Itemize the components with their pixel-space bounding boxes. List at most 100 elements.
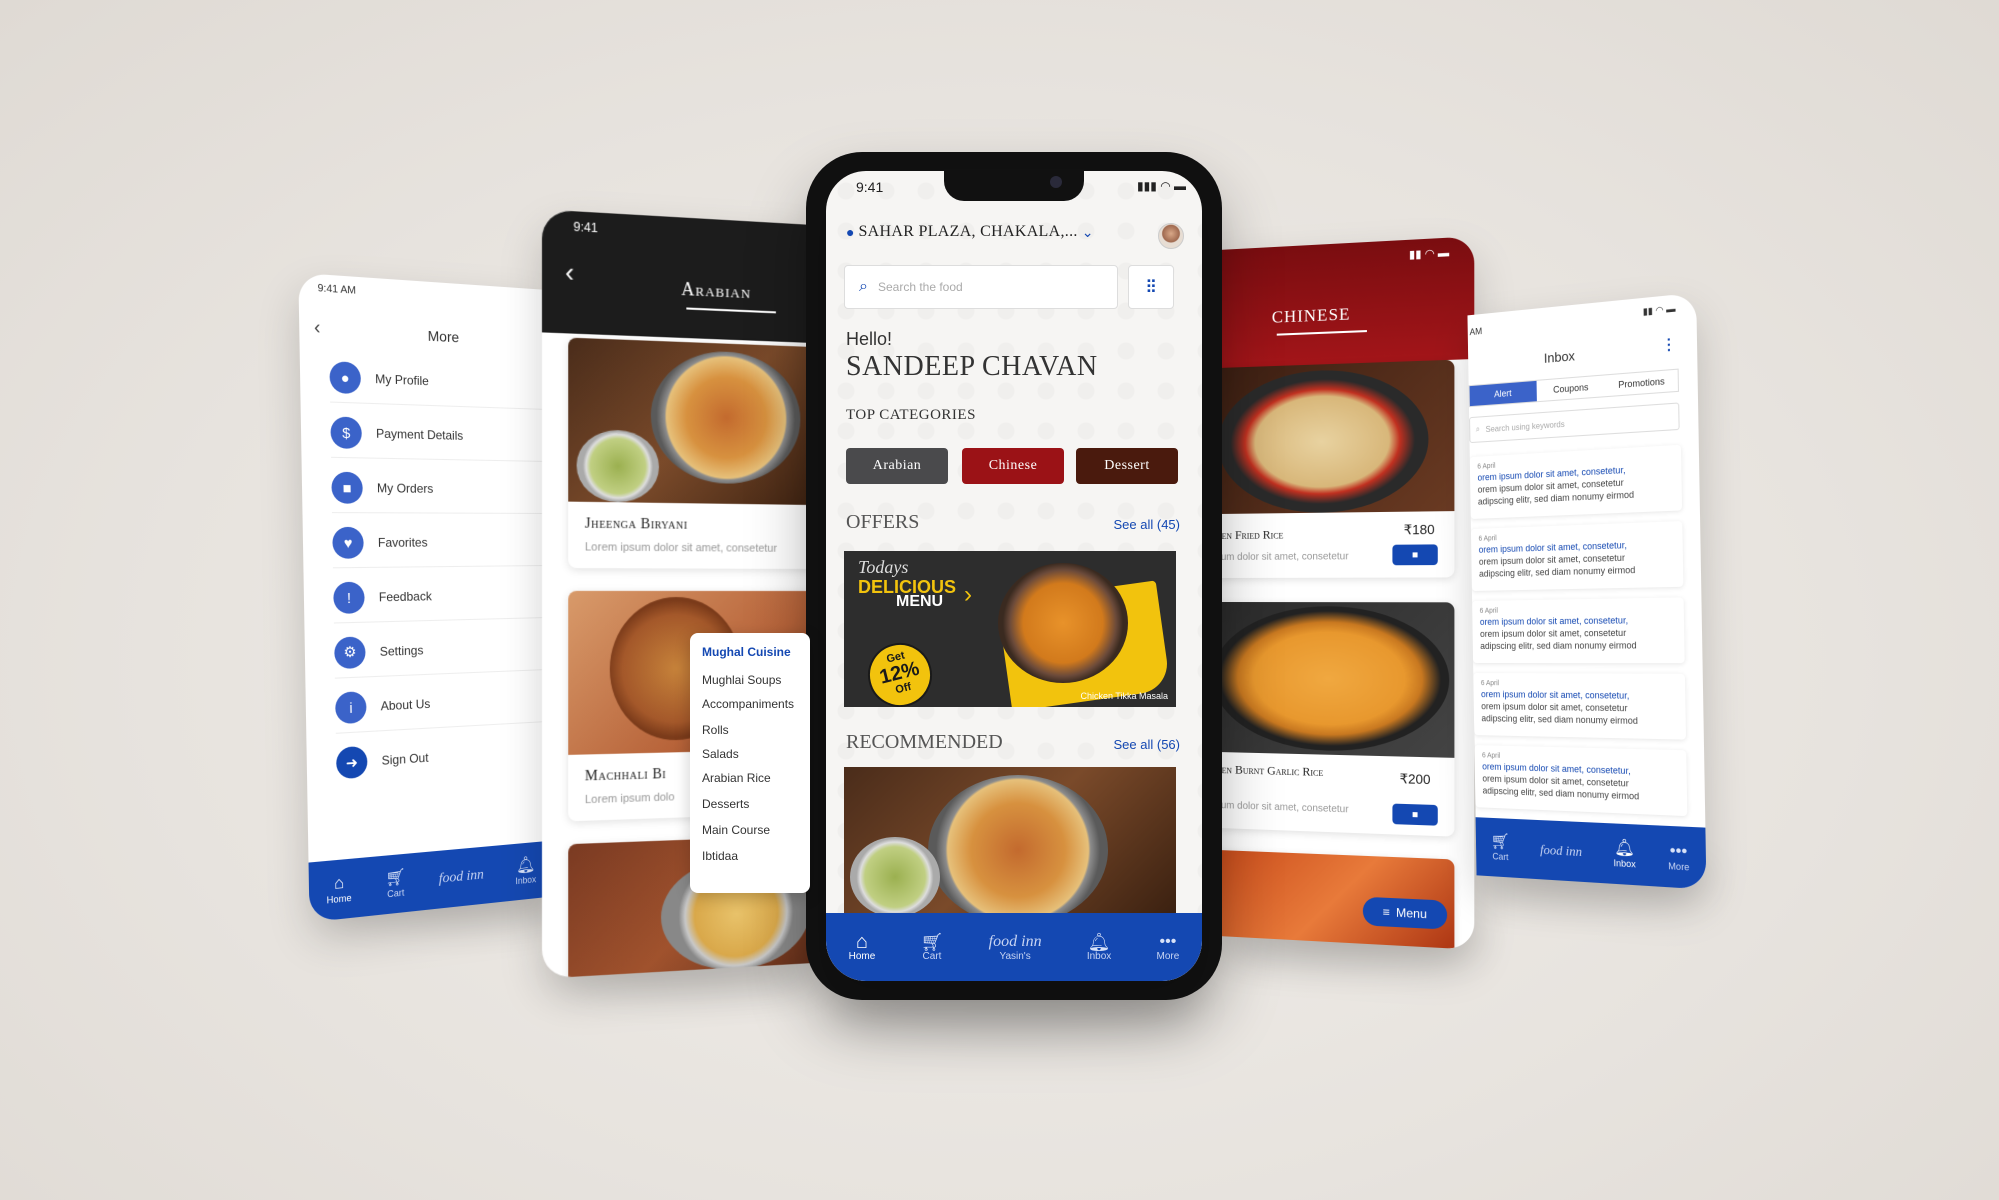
dish-price: ₹180 bbox=[1403, 521, 1435, 538]
signout-icon: ➜ bbox=[336, 745, 368, 780]
nav-more[interactable]: ••• More bbox=[1157, 933, 1180, 962]
dish-description: Lorem ipsum dolo bbox=[584, 791, 675, 807]
dropdown-item[interactable]: Arabian Rice bbox=[702, 771, 771, 785]
nav-inbox[interactable]: 🔔︎ Inbox bbox=[1613, 839, 1636, 870]
page-title: Arabian bbox=[681, 278, 752, 303]
dropdown-item[interactable]: Rolls bbox=[702, 723, 729, 737]
dish-card[interactable]: ken Fried Rice ₹180 sum dolor sit amet, … bbox=[1218, 359, 1455, 579]
offer-banner[interactable]: Todays DELICIOUS MENU › Get 12% Off Chic… bbox=[844, 551, 1176, 707]
nav-cart[interactable]: 🛒︎ Cart bbox=[1491, 833, 1511, 862]
search-input[interactable]: ⌕ Search using keywords bbox=[1469, 402, 1680, 444]
brand-logo[interactable]: food inn bbox=[1540, 842, 1582, 861]
brand-logo[interactable]: food inn bbox=[439, 867, 484, 888]
nav-inbox[interactable]: 🔔︎ Inbox bbox=[515, 856, 536, 886]
search-icon: ⌕ bbox=[1475, 424, 1481, 434]
dish-card[interactable]: ken Burnt Garlic Rice ₹200 sum dolor sit… bbox=[1218, 601, 1455, 837]
nav-label: Inbox bbox=[1613, 857, 1636, 870]
nav-home[interactable]: ⌂ Home bbox=[849, 932, 876, 962]
search-input[interactable]: ⌕ Search the food bbox=[844, 265, 1118, 309]
recommended-dish-image[interactable] bbox=[844, 767, 1176, 917]
menu-item-label: Sign Out bbox=[381, 750, 429, 768]
menu-item-label: My Profile bbox=[375, 371, 429, 388]
menu-item-my-orders[interactable]: ■ My Orders bbox=[331, 462, 552, 515]
dish-image bbox=[1218, 601, 1455, 758]
recommended-title: Recommended bbox=[846, 731, 1003, 753]
nav-label: Inbox bbox=[1086, 950, 1112, 962]
nav-label: Inbox bbox=[515, 874, 537, 887]
nav-label: Cart bbox=[922, 950, 942, 962]
menu-item-payment-details[interactable]: $ Payment Details bbox=[330, 406, 552, 463]
dropdown-item[interactable]: Mughlai Soups bbox=[702, 673, 781, 687]
menu-item-my-profile[interactable]: ● My Profile bbox=[329, 351, 552, 411]
menu-item-about-us[interactable]: i About Us bbox=[334, 673, 552, 734]
banner-line1: Todays bbox=[858, 557, 909, 577]
offers-see-all-link[interactable]: See all (45) bbox=[1114, 517, 1180, 532]
bag-icon: ■ bbox=[1411, 808, 1419, 821]
status-icons: ▮▮ ◠ ▬ bbox=[1409, 246, 1450, 262]
brand-logo-mark: food inn bbox=[1539, 841, 1583, 860]
cart-icon: 🛒︎ bbox=[385, 868, 406, 889]
menu-icon: ≡ bbox=[1382, 904, 1390, 920]
menu-item-feedback[interactable]: ! Feedback bbox=[333, 569, 552, 624]
message-card[interactable]: 6 April orem ipsum dolor sit amet, conset… bbox=[1470, 521, 1684, 592]
menu-item-sign-out[interactable]: ➜ Sign Out bbox=[336, 725, 552, 789]
nav-inbox[interactable]: 🔔︎ Inbox bbox=[1087, 933, 1111, 962]
menu-item-favorites[interactable]: ♥ Favorites bbox=[332, 517, 552, 569]
location-pin-icon: ● bbox=[846, 224, 855, 240]
dish-description: sum dolor sit amet, consetetur bbox=[1218, 799, 1349, 816]
payment-icon: $ bbox=[330, 415, 362, 449]
nav-more[interactable]: ••• More bbox=[1668, 842, 1690, 873]
menu-button[interactable]: ≡ Menu bbox=[1362, 896, 1448, 930]
nav-home[interactable]: ⌂ Home bbox=[326, 874, 352, 905]
home-screen: 9:41 ▮▮▮ ◠ ▬ ● Sahar Plaza, Chakala,... … bbox=[826, 171, 1202, 981]
tab-bar: Alert Coupons Promotions bbox=[1468, 368, 1680, 408]
menu-item-settings[interactable]: ⚙ Settings bbox=[333, 621, 552, 679]
brand-logo-mark: food inn bbox=[438, 867, 484, 887]
nav-cart[interactable]: 🛒︎ Cart bbox=[921, 933, 944, 962]
back-icon[interactable]: ‹ bbox=[565, 256, 574, 288]
cart-icon: 🛒︎ bbox=[1490, 832, 1510, 852]
dish-name: Machhali Bi bbox=[584, 766, 667, 785]
dropdown-item[interactable]: Desserts bbox=[702, 797, 749, 811]
category-chinese[interactable]: Chinese bbox=[962, 448, 1064, 484]
nav-cart[interactable]: 🛒︎ Cart bbox=[385, 868, 406, 899]
category-arabian[interactable]: Arabian bbox=[846, 448, 948, 484]
dropdown-item[interactable]: Salads bbox=[702, 747, 739, 761]
dish-name: ken Burnt Garlic Rice bbox=[1218, 761, 1324, 780]
status-icons: ▮▮▮ ◠ ▬ bbox=[1137, 179, 1186, 193]
dish-card[interactable]: Jheenga Biryani Lorem ipsum dolor sit am… bbox=[568, 337, 813, 570]
tab-promotions[interactable]: Promotions bbox=[1606, 370, 1678, 396]
filter-button[interactable]: ⫶⫶ bbox=[1128, 265, 1174, 309]
avatar[interactable] bbox=[1158, 223, 1184, 249]
nav-brand[interactable]: food inn Yasin's bbox=[989, 933, 1042, 962]
bag-icon: ■ bbox=[331, 471, 363, 504]
message-card[interactable]: 6 April orem ipsum dolor sit amet, conset… bbox=[1469, 444, 1683, 520]
recommended-see-all-link[interactable]: See all (56) bbox=[1114, 737, 1180, 752]
gear-icon: ⚙ bbox=[334, 635, 366, 669]
menu-item-label: Feedback bbox=[378, 588, 432, 605]
message-card[interactable]: 6 April orem ipsum dolor sit amet, conset… bbox=[1472, 597, 1685, 664]
dish-description: Lorem ipsum dolor sit amet, consetetur bbox=[584, 541, 778, 555]
dropdown-item[interactable]: Ibtidaa bbox=[702, 849, 738, 863]
message-card[interactable]: 6 April orem ipsum dolor sit amet, conset… bbox=[1474, 745, 1688, 817]
category-dessert[interactable]: Dessert bbox=[1076, 448, 1178, 484]
nav-label: More bbox=[1156, 950, 1180, 962]
dropdown-item[interactable]: Main Course bbox=[702, 823, 770, 837]
back-icon[interactable]: ‹ bbox=[314, 317, 321, 340]
tab-alert[interactable]: Alert bbox=[1469, 380, 1537, 407]
message-card[interactable]: 6 April orem ipsum dolor sit amet, conset… bbox=[1473, 673, 1687, 740]
menu-item-label: Favorites bbox=[377, 534, 428, 550]
location-selector[interactable]: ● Sahar Plaza, Chakala,... ⌄ bbox=[846, 223, 1093, 241]
tab-coupons[interactable]: Coupons bbox=[1536, 375, 1606, 401]
kebab-menu-icon[interactable]: ⋮ bbox=[1661, 335, 1676, 354]
dropdown-item[interactable]: Accompaniments bbox=[702, 697, 794, 711]
dropdown-item-selected[interactable]: Mughal Cuisine bbox=[702, 645, 791, 659]
status-icons: ▮▮ ◠ ▬ bbox=[1642, 303, 1676, 317]
search-placeholder: Search using keywords bbox=[1485, 419, 1565, 434]
status-time: 9:41 bbox=[573, 219, 598, 236]
message-body: adipscing elitr, sed diam nonumy eirmod bbox=[1481, 713, 1638, 727]
search-icon: ⌕ bbox=[859, 278, 868, 295]
add-to-cart-button[interactable]: ■ bbox=[1392, 544, 1438, 566]
dish-name: ken Fried Rice bbox=[1218, 527, 1284, 543]
add-to-cart-button[interactable]: ■ bbox=[1392, 803, 1438, 826]
